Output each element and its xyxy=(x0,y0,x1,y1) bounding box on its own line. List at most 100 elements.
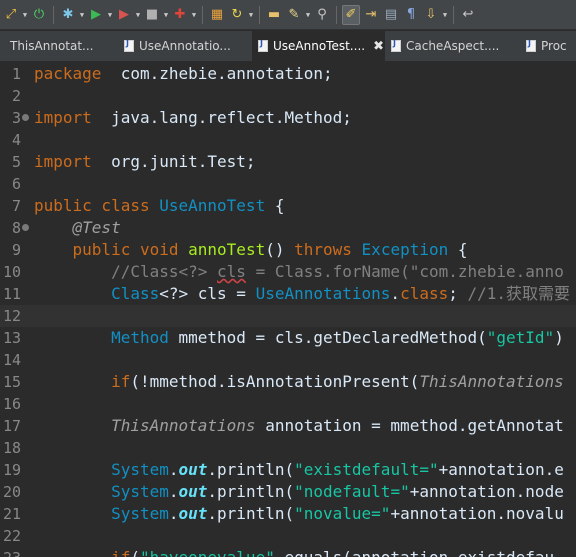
show-whitespace-icon: ▤ xyxy=(384,7,398,22)
code-token: .println( xyxy=(207,460,295,479)
navigate-icon: ↩ xyxy=(462,7,474,22)
code-token: "nodefault=" xyxy=(294,482,410,501)
fold-toggle-icon[interactable] xyxy=(22,114,29,121)
pen-icon: ✎ xyxy=(288,7,300,22)
line-number: 13 xyxy=(2,329,21,347)
code-token: ThisAnnotations xyxy=(111,416,256,435)
refresh-button[interactable]: ↻ xyxy=(228,5,246,25)
code-token: java.lang.reflect.Method; xyxy=(91,108,352,127)
code-line: 19 System.out.println("existdefault="+an… xyxy=(0,459,576,481)
main-toolbar: ⤢ ▼ ⏻ ✱ ▼ ▶ ▼ ▶ ▼ ■ ▼ ✚ ▼ ▦ ↻ ▼ ▬ ✎ ▼ ⚲ ✐ ⇥ ▤ ¶ ⇩ ▼ ↩ xyxy=(0,0,576,30)
line-number: 19 xyxy=(2,461,21,479)
show-whitespace-button[interactable]: ▤ xyxy=(382,5,400,25)
editor-tab[interactable]: Proc xyxy=(520,31,576,61)
debug-icon: ✱ xyxy=(62,7,74,22)
fold-toggle-icon[interactable] xyxy=(22,224,29,231)
chevron-down-icon[interactable]: ▼ xyxy=(305,5,311,25)
line-number: 18 xyxy=(2,439,21,457)
java-file-icon xyxy=(124,39,134,52)
run-button[interactable]: ▶ xyxy=(87,5,105,25)
code-line: 6 xyxy=(0,173,576,195)
close-icon[interactable]: ✖ xyxy=(373,39,384,54)
editor-tab[interactable]: CacheAspect.... xyxy=(385,31,516,61)
line-number: 3 xyxy=(11,109,21,127)
chevron-down-icon[interactable]: ▼ xyxy=(22,5,28,25)
code-token: @Test xyxy=(72,218,121,237)
editor-tab[interactable]: ThisAnnotat... xyxy=(4,31,114,61)
run-icon: ▶ xyxy=(91,7,101,22)
chevron-down-icon[interactable]: ▼ xyxy=(248,5,254,25)
code-token: Exception xyxy=(361,240,449,259)
chevron-down-icon[interactable]: ▼ xyxy=(442,5,448,25)
code-token: "novalue=" xyxy=(294,504,391,523)
chevron-down-icon[interactable]: ▼ xyxy=(107,5,113,25)
line-number: 5 xyxy=(11,153,21,171)
new-java-project-button[interactable]: ▦ xyxy=(208,5,226,25)
line-number: 9 xyxy=(11,241,21,259)
code-line: 18 xyxy=(0,437,576,459)
code-line: 2 xyxy=(0,85,576,107)
code-line: 12 xyxy=(0,305,576,327)
code-token: (!mmethod.isAnnotationPresent( xyxy=(130,372,420,391)
code-text: public void annoTest() throws Exception … xyxy=(34,239,468,261)
chevron-down-icon[interactable]: ▼ xyxy=(191,5,197,25)
code-line: 3 import java.lang.reflect.Method; xyxy=(0,107,576,129)
code-token: . xyxy=(168,460,179,479)
filter-icon: ⚲ xyxy=(317,7,327,22)
pilcrow-button[interactable]: ¶ xyxy=(402,5,420,25)
chevron-down-icon[interactable]: ▼ xyxy=(163,5,169,25)
download-button[interactable]: ⇩ xyxy=(422,5,440,25)
external-tools-button[interactable]: ✚ xyxy=(171,5,189,25)
pen-button[interactable]: ✎ xyxy=(285,5,303,25)
toolbar-separator xyxy=(202,5,203,24)
code-token: . xyxy=(390,284,401,303)
code-token: +annotation.e xyxy=(438,460,564,479)
code-text: Method mmethod = cls.getDeclaredMethod("… xyxy=(34,327,564,349)
code-token: "existdefault=" xyxy=(294,460,439,479)
code-text: package com.zhebie.annotation; xyxy=(34,63,333,85)
toggle-mark-occurrences-icon: ⤢ xyxy=(5,7,17,22)
chevron-down-icon[interactable]: ▼ xyxy=(79,5,85,25)
code-text: ThisAnnotations annotation = mmethod.get… xyxy=(34,415,564,437)
line-number: 1 xyxy=(11,65,21,83)
power-button[interactable]: ⏻ xyxy=(30,5,48,25)
code-token: public class xyxy=(34,196,150,215)
code-text: if("haveonevalue".equals(annotation.exis… xyxy=(34,547,554,557)
debug-button[interactable]: ✱ xyxy=(59,5,77,25)
code-token: System xyxy=(111,482,169,501)
editor-tab[interactable]: UseAnnoTest.... ✖ xyxy=(252,31,385,61)
next-annotation-button[interactable]: ⇥ xyxy=(362,5,380,25)
code-token: .println( xyxy=(207,504,295,523)
navigate-button[interactable]: ↩ xyxy=(459,5,477,25)
open-folder-button[interactable]: ▬ xyxy=(265,5,283,25)
code-token: +annotation.novalu xyxy=(390,504,564,523)
code-line: 22 xyxy=(0,525,576,547)
line-number: 21 xyxy=(2,505,21,523)
run-coverage-button[interactable]: ▶ xyxy=(115,5,133,25)
line-number: 16 xyxy=(2,395,21,413)
code-editor[interactable]: 1 package com.zhebie.annotation; 2 3 import … xyxy=(0,62,576,557)
line-number: 2 xyxy=(11,87,21,105)
line-number: 17 xyxy=(2,417,21,435)
stop-button[interactable]: ■ xyxy=(143,5,161,25)
code-token: annoTest xyxy=(188,240,266,259)
chevron-down-icon[interactable]: ▼ xyxy=(135,5,141,25)
code-token: ( xyxy=(130,548,140,557)
filter-button[interactable]: ⚲ xyxy=(313,5,331,25)
toolbar-separator xyxy=(259,5,260,24)
toggle-highlight-button[interactable]: ✐ xyxy=(342,4,360,25)
tab-label: ThisAnnotat... xyxy=(10,39,94,53)
editor-tab[interactable]: UseAnnotatio... xyxy=(118,31,248,61)
code-text: if(!mmethod.isAnnotationPresent(ThisAnno… xyxy=(34,371,564,393)
code-token: <?> cls = xyxy=(159,284,256,303)
code-token: mmethod = cls.getDeclaredMethod( xyxy=(168,328,487,347)
code-line: 5 import org.junit.Test; xyxy=(0,151,576,173)
code-token: //Class<?> xyxy=(111,262,218,281)
toggle-mark-occurrences-button[interactable]: ⤢ xyxy=(2,5,20,25)
code-token: { xyxy=(265,196,285,215)
